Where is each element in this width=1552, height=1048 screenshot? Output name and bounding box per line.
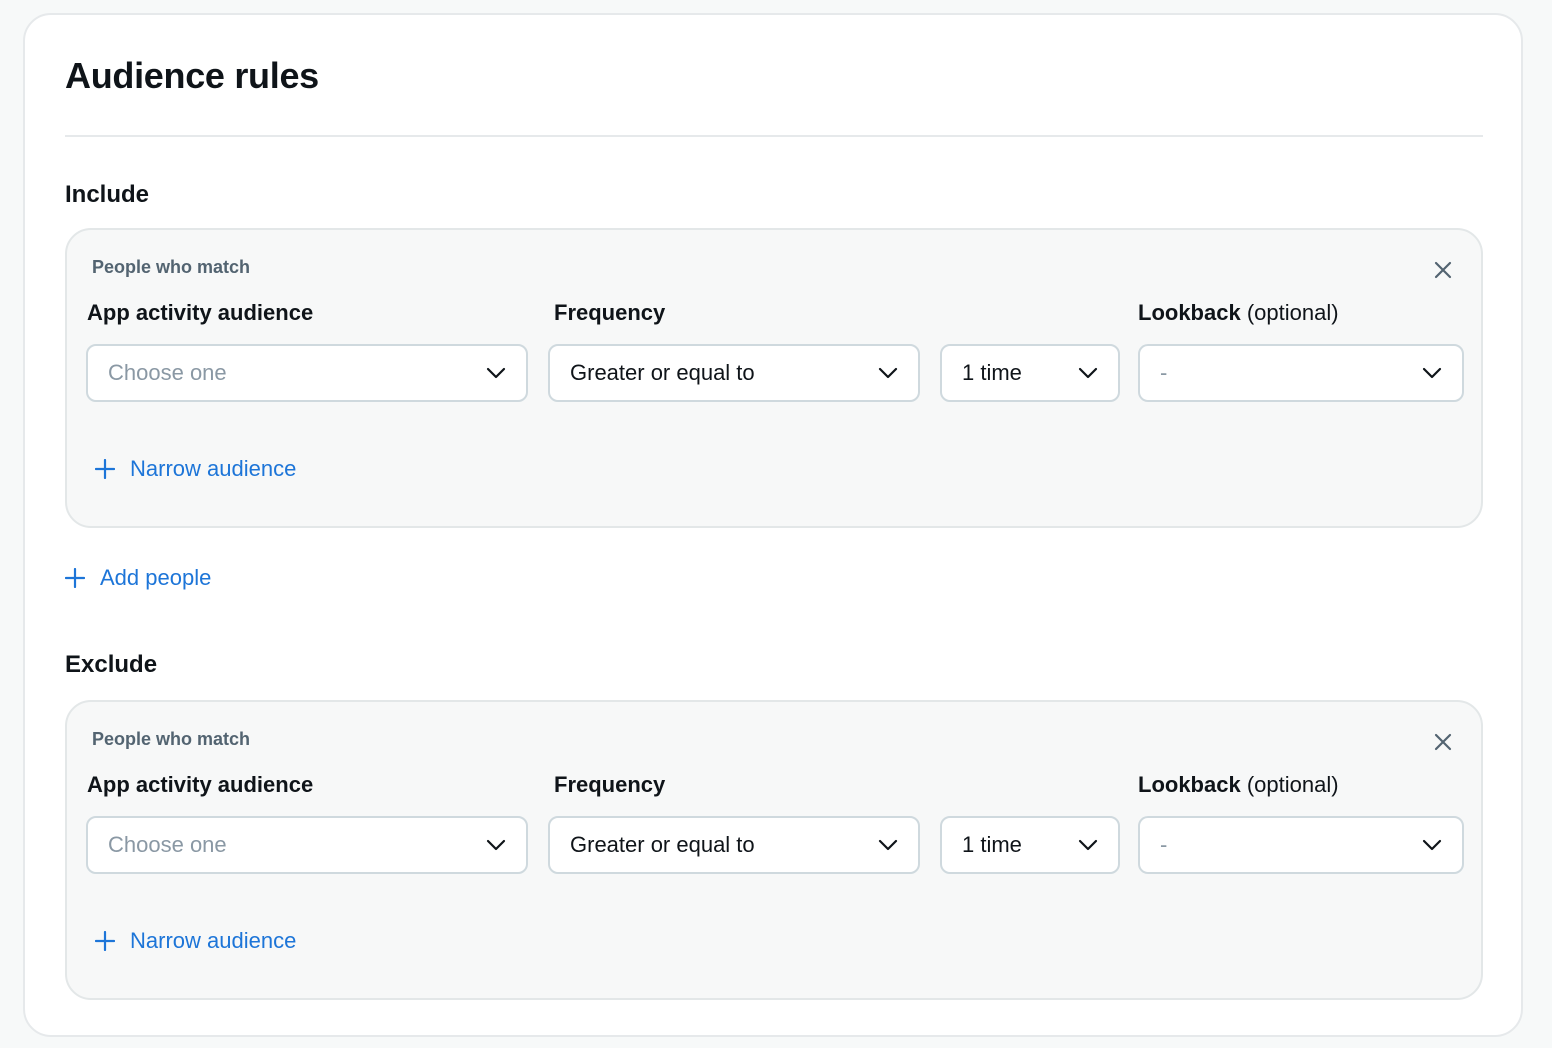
plus-icon <box>95 459 115 479</box>
close-icon <box>1434 261 1452 279</box>
audience-label: App activity audience <box>87 772 314 797</box>
frequency-label: Frequency <box>554 300 666 325</box>
include-heading: Include <box>65 181 150 208</box>
chevron-down-icon <box>1078 839 1098 851</box>
audience-rules-card: Audience rules Include People who match … <box>23 13 1523 1037</box>
add-people-label: Add people <box>100 565 212 590</box>
lookback-label: Lookback (optional) <box>1138 772 1339 798</box>
lookback-label-text: Lookback <box>1138 300 1241 325</box>
chevron-down-icon <box>878 839 898 851</box>
frequency-operator-value: Greater or equal to <box>570 360 755 385</box>
exclude-rule-group: People who match App activity audience F… <box>65 700 1483 1000</box>
exclude-heading: Exclude <box>65 651 158 678</box>
lookback-label-text: Lookback <box>1138 772 1241 797</box>
optional-tag: (optional) <box>1246 772 1339 797</box>
frequency-label: Frequency <box>554 772 666 797</box>
group-caption: People who match <box>92 257 251 277</box>
chevron-down-icon <box>1422 367 1442 379</box>
plus-icon <box>65 568 85 588</box>
chevron-down-icon <box>1078 367 1098 379</box>
narrow-audience-button[interactable]: Narrow audience <box>95 456 296 482</box>
frequency-operator-value: Greater or equal to <box>570 832 755 857</box>
frequency-count-select[interactable]: 1 time <box>940 344 1120 402</box>
chevron-down-icon <box>486 839 506 851</box>
remove-include-group-button[interactable] <box>1425 252 1461 288</box>
remove-exclude-group-button[interactable] <box>1425 724 1461 760</box>
lookback-select-value: - <box>1160 832 1168 857</box>
frequency-count-select[interactable]: 1 time <box>940 816 1120 874</box>
frequency-operator-select[interactable]: Greater or equal to <box>548 816 920 874</box>
close-icon <box>1434 733 1452 751</box>
frequency-operator-select[interactable]: Greater or equal to <box>548 344 920 402</box>
audience-select[interactable]: Choose one <box>86 344 528 402</box>
audience-select[interactable]: Choose one <box>86 816 528 874</box>
narrow-audience-label: Narrow audience <box>130 456 297 481</box>
chevron-down-icon <box>486 367 506 379</box>
narrow-audience-label: Narrow audience <box>130 928 297 953</box>
audience-select-value: Choose one <box>108 832 227 857</box>
add-people-button[interactable]: Add people <box>65 565 211 591</box>
frequency-count-value: 1 time <box>962 360 1022 385</box>
lookback-select[interactable]: - <box>1138 816 1464 874</box>
title-divider <box>65 135 1483 137</box>
audience-select-value: Choose one <box>108 360 227 385</box>
lookback-select-value: - <box>1160 360 1168 385</box>
optional-tag: (optional) <box>1246 300 1339 325</box>
chevron-down-icon <box>1422 839 1442 851</box>
frequency-count-value: 1 time <box>962 832 1022 857</box>
lookback-label: Lookback (optional) <box>1138 300 1339 326</box>
include-rule-group: People who match App activity audience F… <box>65 228 1483 528</box>
group-caption: People who match <box>92 729 251 749</box>
narrow-audience-button[interactable]: Narrow audience <box>95 928 296 954</box>
plus-icon <box>95 931 115 951</box>
audience-label: App activity audience <box>87 300 314 325</box>
page-title: Audience rules <box>65 55 319 96</box>
chevron-down-icon <box>878 367 898 379</box>
lookback-select[interactable]: - <box>1138 344 1464 402</box>
